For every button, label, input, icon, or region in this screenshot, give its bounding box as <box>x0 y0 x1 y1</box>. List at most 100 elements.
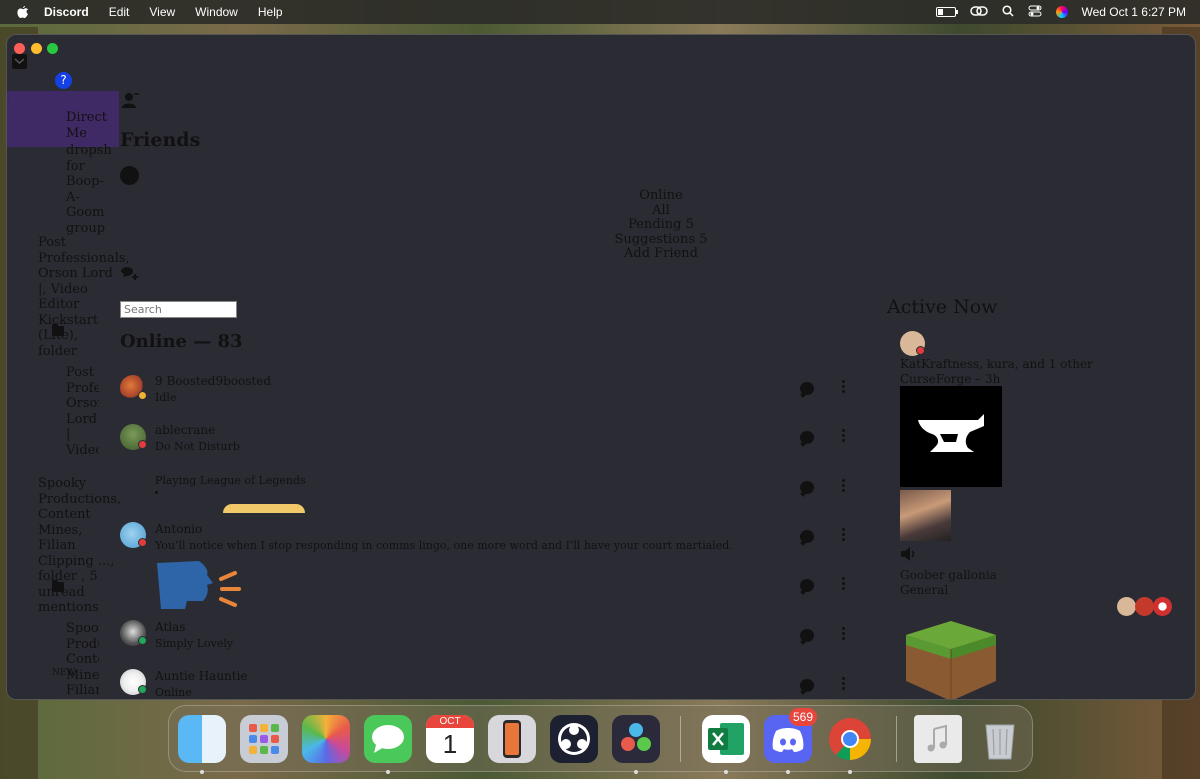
direct-messages-button[interactable]: Direct Me <box>66 110 108 141</box>
more-options-icon[interactable] <box>842 429 846 444</box>
avatar <box>1153 597 1172 616</box>
group-dm-item[interactable]: dropsh for Boop-A-Goom group <box>66 143 116 236</box>
calendar-day: 1 <box>442 729 458 759</box>
search-icon[interactable] <box>1001 4 1014 20</box>
clock[interactable]: Wed Oct 1 6:27 PM <box>1082 5 1187 19</box>
discord-window: o: ? Direct Me dropsh for Boop-A-Goom gr… <box>6 34 1196 700</box>
siri-icon[interactable] <box>1055 6 1068 18</box>
launchpad-icon[interactable] <box>240 715 288 763</box>
friend-row[interactable] <box>120 561 850 617</box>
friend-name: 9 Boosted9boosted <box>155 374 272 388</box>
friends-search-input[interactable] <box>120 301 237 318</box>
dnd-status-icon <box>138 538 147 547</box>
minecraft-grass-block <box>906 621 996 699</box>
tab-suggestions[interactable]: Suggestions 5 <box>611 232 711 248</box>
friend-activity: Playing League of Legends <box>155 474 306 487</box>
trash-icon[interactable] <box>976 715 1024 763</box>
friend-status: Online <box>155 686 192 699</box>
voice-card-channel: General <box>900 583 949 597</box>
friend-name: ablecrane <box>155 423 216 437</box>
more-options-icon[interactable] <box>842 677 846 692</box>
friend-row[interactable]: Playing League of Legends <box>120 471 850 519</box>
davinci-resolve-icon[interactable] <box>612 715 660 763</box>
new-group-dm-icon[interactable] <box>120 263 140 281</box>
server-folder-post-professionals[interactable]: Post Professionals, Orson Lord |, Video … <box>38 235 130 359</box>
friend-row[interactable]: Atlas Simply Lovely <box>120 618 850 666</box>
app-menu[interactable]: Discord <box>44 5 89 19</box>
chrome-icon[interactable] <box>826 715 874 763</box>
menu-window[interactable]: Window <box>195 5 238 19</box>
friend-status: Simply Lovely <box>155 637 234 650</box>
friends-icon <box>122 92 139 108</box>
menu-bar: Discord Edit View Window Help Wed Oct 1 … <box>0 0 1200 24</box>
dnd-status-icon <box>916 346 925 355</box>
dock-separator <box>680 716 681 762</box>
menu-edit[interactable]: Edit <box>109 5 130 19</box>
friend-row[interactable]: 9 Boosted9boosted Idle <box>120 373 850 421</box>
tab-online[interactable]: Online <box>611 188 711 204</box>
dnd-status-icon <box>138 440 147 449</box>
link-icon[interactable] <box>969 5 988 20</box>
minimize-window-button[interactable] <box>31 43 42 54</box>
tab-pending[interactable]: Pending 5 <box>611 218 711 233</box>
folder-expanded-list-1[interactable]: Post Profes Orson Lord | Video Editor <box>66 365 99 455</box>
help-icon[interactable]: ? <box>55 72 72 89</box>
online-status-icon <box>138 685 147 694</box>
curseforge-logo <box>900 386 1002 487</box>
active-now-heading: Active Now <box>887 296 998 318</box>
calendar-icon[interactable]: OCT 1 <box>426 715 474 763</box>
tab-all[interactable]: All <box>611 203 711 219</box>
folder-expanded-list-2[interactable]: Spook Produ Conte Mines Filian <box>66 621 99 697</box>
message-icon[interactable] <box>800 629 814 642</box>
friend-status: Do Not Disturb <box>155 440 240 453</box>
idle-status-icon <box>138 391 147 400</box>
more-options-icon[interactable] <box>842 380 846 395</box>
more-options-icon[interactable] <box>842 627 846 642</box>
calendar-month: OCT <box>426 715 474 728</box>
friend-name: Auntie Hauntie <box>155 669 248 683</box>
zoom-window-button[interactable] <box>47 43 58 54</box>
finder-icon[interactable] <box>178 715 226 763</box>
server-folder-spooky-productions[interactable]: Spooky Productions, Content Mines, Filia… <box>38 476 121 616</box>
control-center-icon[interactable] <box>1028 5 1042 20</box>
active-now-card-people[interactable]: KatKraftness, kura, and 1 other <box>900 357 1093 372</box>
message-icon[interactable] <box>800 579 814 592</box>
iphone-mirroring-icon[interactable] <box>488 715 536 763</box>
status-dot-button[interactable] <box>120 166 139 185</box>
obs-icon[interactable] <box>550 715 598 763</box>
message-icon[interactable] <box>800 481 814 494</box>
voice-channel-icon <box>900 546 916 561</box>
menu-bar-status: Wed Oct 1 6:27 PM <box>935 0 1187 24</box>
message-icon[interactable] <box>800 431 814 444</box>
battery-icon[interactable] <box>935 7 958 17</box>
friend-row[interactable]: ablecrane Do Not Disturb <box>120 422 850 470</box>
apple-menu-icon[interactable] <box>16 5 30 19</box>
running-indicator <box>786 770 790 774</box>
running-indicator <box>724 770 728 774</box>
friend-row[interactable]: Auntie Hauntie Online <box>120 667 850 699</box>
voice-card-user[interactable]: Goober gallonia <box>900 568 997 583</box>
close-window-button[interactable] <box>14 43 25 54</box>
more-options-icon[interactable] <box>842 577 846 592</box>
speaking-head-art <box>157 561 243 613</box>
inbox-icon[interactable] <box>12 54 27 69</box>
music-file-icon[interactable] <box>914 715 962 763</box>
page-title: Friends <box>120 129 201 151</box>
running-indicator <box>386 770 390 774</box>
tab-add-friend[interactable]: Add Friend <box>611 247 711 262</box>
message-icon[interactable] <box>800 530 814 543</box>
more-options-icon[interactable] <box>842 479 846 494</box>
excel-icon[interactable] <box>702 715 750 763</box>
voice-participants <box>1117 597 1177 617</box>
message-icon[interactable] <box>800 679 814 692</box>
messages-icon[interactable] <box>364 715 412 763</box>
message-icon[interactable] <box>800 382 814 395</box>
online-status-icon <box>138 636 147 645</box>
more-options-icon[interactable] <box>842 528 846 543</box>
discord-notification-badge: 569 <box>789 708 818 726</box>
folder-icon <box>52 324 64 336</box>
streamer-thumbnail[interactable] <box>900 490 951 541</box>
photos-icon[interactable] <box>302 715 350 763</box>
menu-view[interactable]: View <box>149 5 175 19</box>
menu-help[interactable]: Help <box>258 5 283 19</box>
